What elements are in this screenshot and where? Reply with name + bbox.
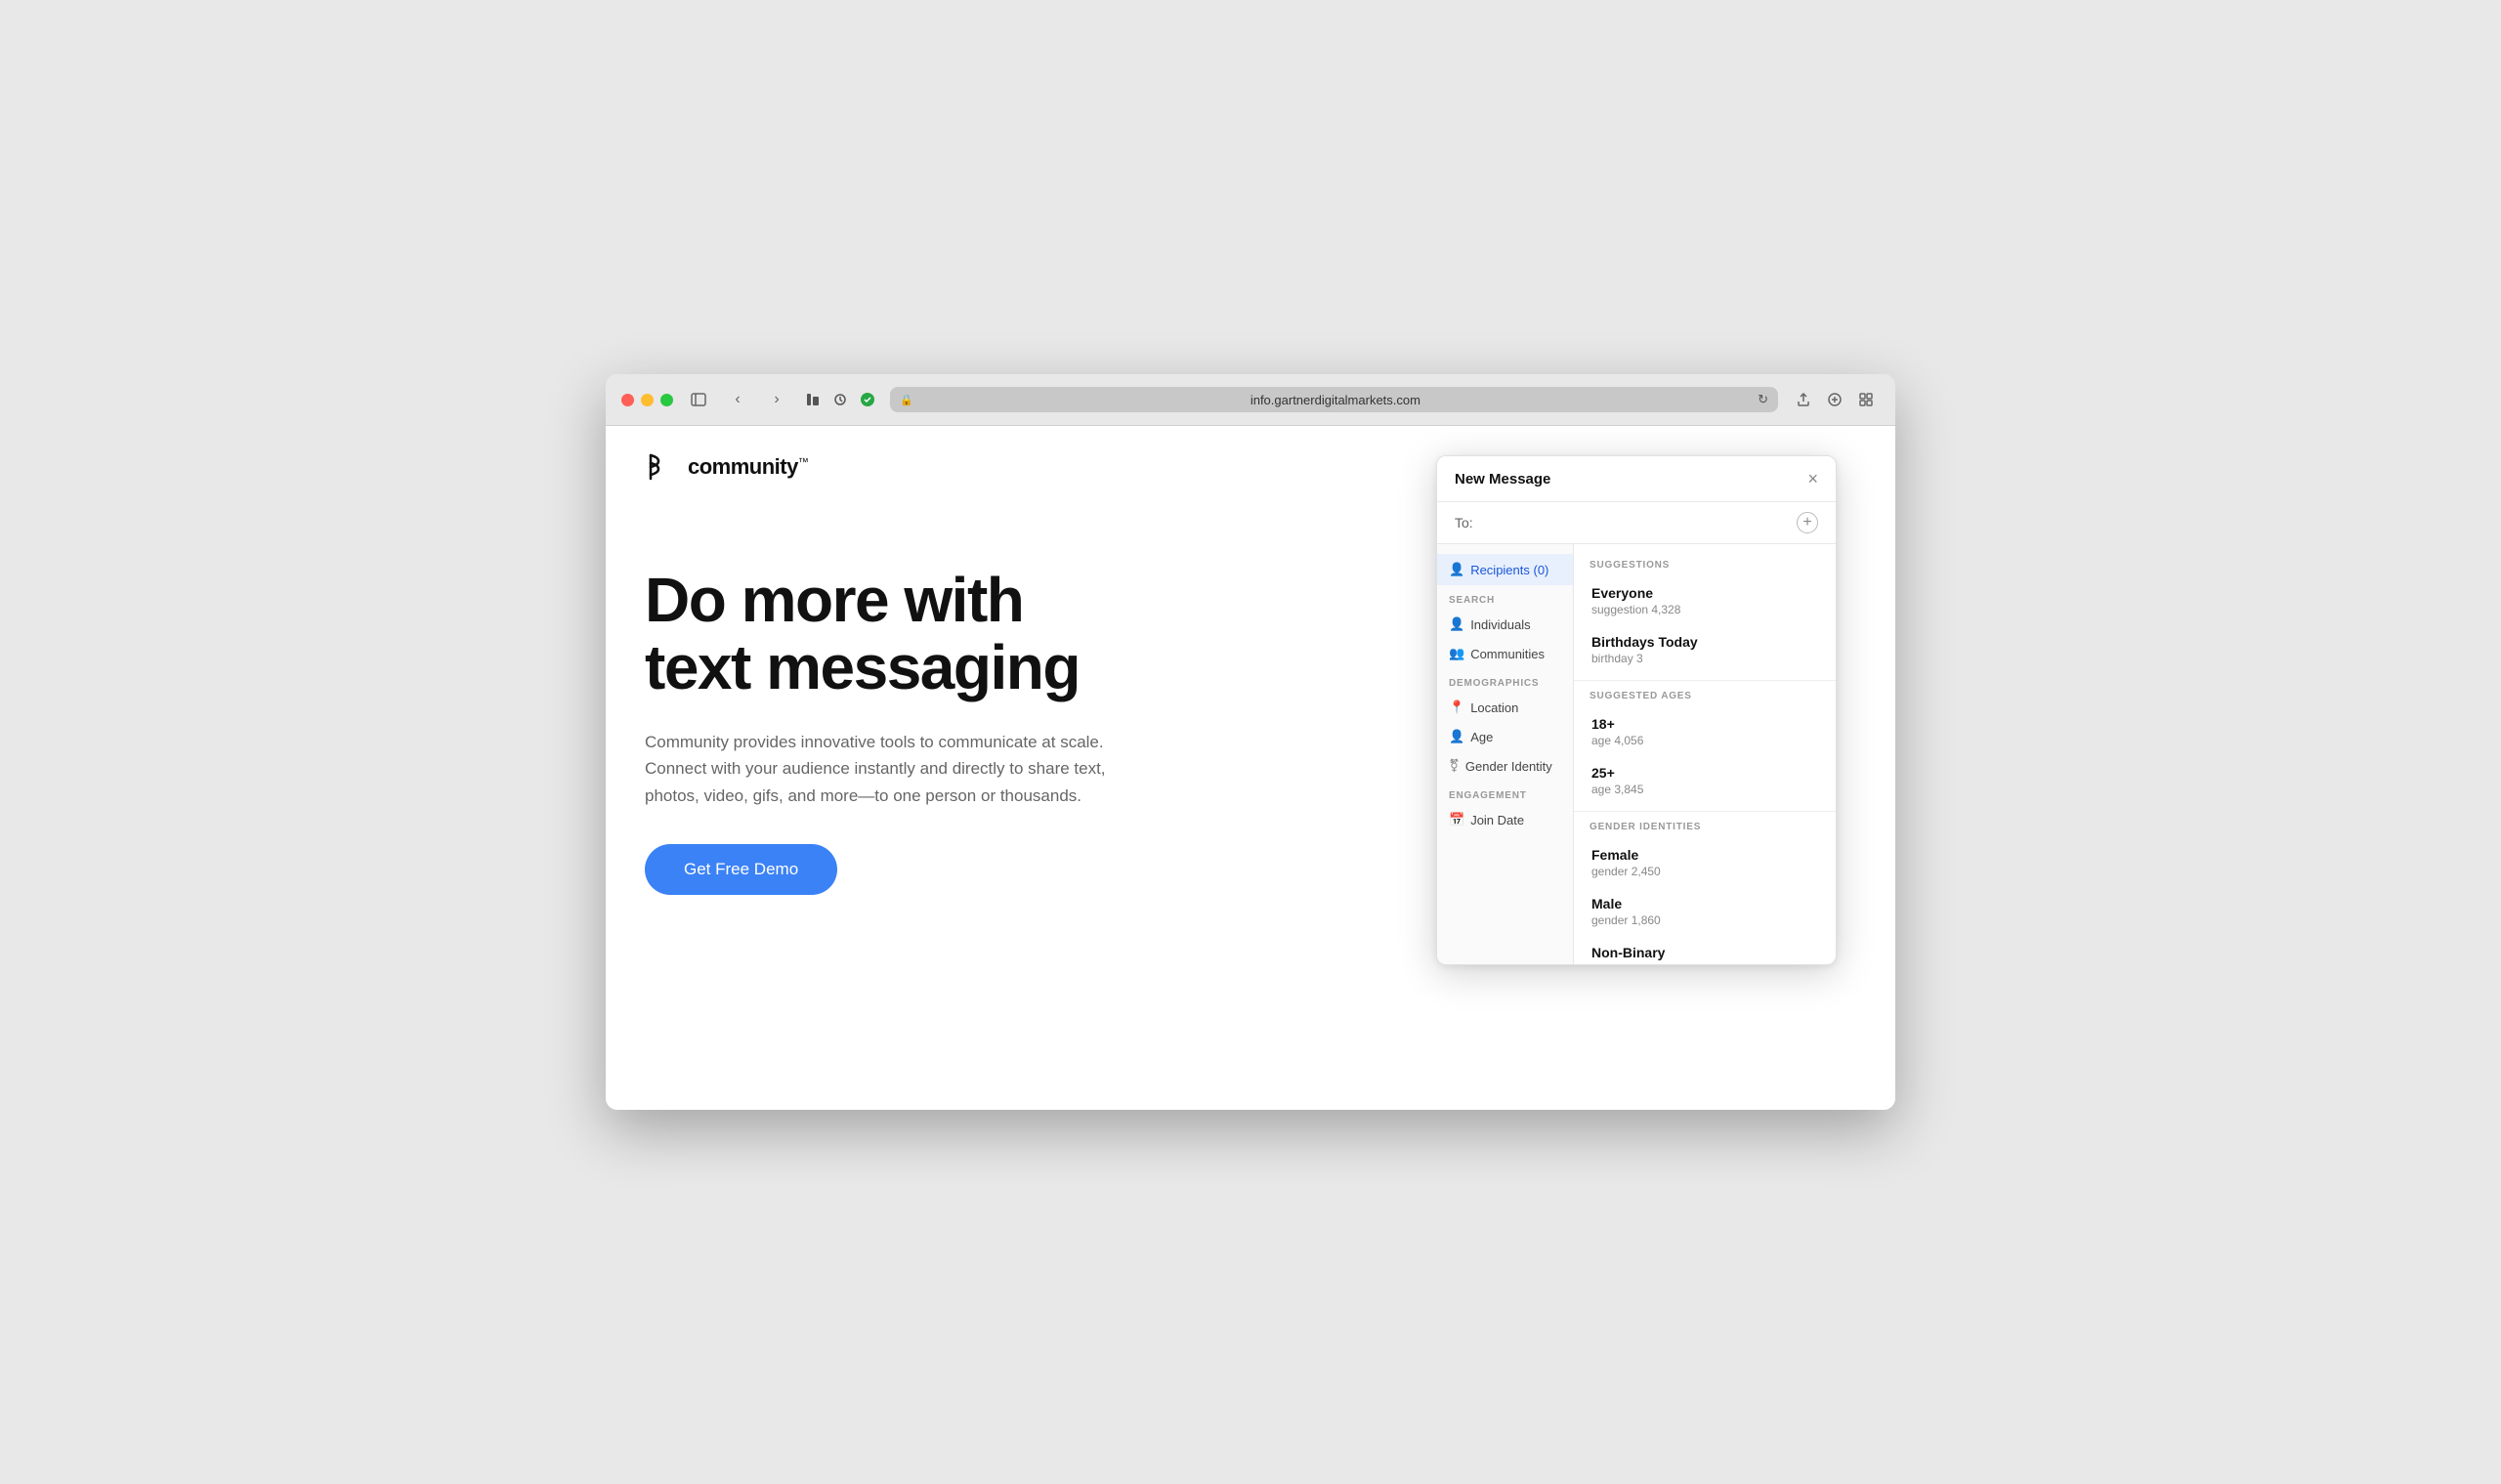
location-icon: 📍 <box>1449 700 1464 715</box>
gender-section-label: GENDER IDENTITIES <box>1574 818 1836 838</box>
browser-window: ‹ › 🔒 info.gartnerdigitalmarkets.com ↻ <box>606 374 1895 1110</box>
gender-identity-icon: ⚧ <box>1449 758 1460 774</box>
sidebar-item-individuals[interactable]: 👤 Individuals <box>1437 610 1573 639</box>
browser-titlebar: ‹ › 🔒 info.gartnerdigitalmarkets.com ↻ <box>606 374 1895 426</box>
browser-action-buttons <box>1790 386 1880 413</box>
male-name: Male <box>1591 896 1820 912</box>
browser-extensions <box>802 389 878 410</box>
panel-close-button[interactable]: × <box>1807 470 1818 488</box>
suggestion-age-18plus[interactable]: 18+ age 4,056 <box>1574 707 1836 756</box>
age-25plus-meta: age 3,845 <box>1591 783 1820 796</box>
communities-icon: 👥 <box>1449 646 1464 661</box>
suggestion-everyone-meta: suggestion 4,328 <box>1591 603 1820 616</box>
suggestion-female[interactable]: Female gender 2,450 <box>1574 838 1836 887</box>
extension-icon-2 <box>829 389 851 410</box>
lock-icon: 🔒 <box>900 394 913 406</box>
panel-body: 👤 Recipients (0) SEARCH 👤 Individuals 👥 … <box>1437 544 1836 964</box>
panel-main: SUGGESTIONS Everyone suggestion 4,328 Bi… <box>1574 544 1836 964</box>
engagement-section-label: ENGAGEMENT <box>1437 781 1573 805</box>
share-button[interactable] <box>1790 386 1817 413</box>
panel-to-row: To: + <box>1437 502 1836 544</box>
join-date-icon: 📅 <box>1449 812 1464 827</box>
page-content: community™ Do more with text messaging C… <box>606 426 1895 1110</box>
location-label: Location <box>1470 700 1518 715</box>
suggestion-male[interactable]: Male gender 1,860 <box>1574 887 1836 936</box>
recipients-icon: 👤 <box>1449 562 1464 577</box>
non-binary-meta: gender 18 <box>1591 962 1820 964</box>
panel-sidebar: 👤 Recipients (0) SEARCH 👤 Individuals 👥 … <box>1437 544 1574 964</box>
cta-button[interactable]: Get Free Demo <box>645 844 837 895</box>
hero-headline: Do more with text messaging <box>645 567 1250 701</box>
extension-icon-3 <box>857 389 878 410</box>
suggestion-birthdays-today[interactable]: Birthdays Today birthday 3 <box>1574 625 1836 674</box>
age-18plus-meta: age 4,056 <box>1591 734 1820 747</box>
age-icon: 👤 <box>1449 729 1464 744</box>
sidebar-item-gender-identity[interactable]: ⚧ Gender Identity <box>1437 751 1573 781</box>
sidebar-toggle-button[interactable] <box>685 386 712 413</box>
sidebar-item-age[interactable]: 👤 Age <box>1437 722 1573 751</box>
join-date-label: Join Date <box>1470 813 1524 827</box>
suggestion-everyone-name: Everyone <box>1591 585 1820 601</box>
to-input[interactable] <box>1482 515 1789 530</box>
reload-icon[interactable]: ↻ <box>1758 392 1768 407</box>
sidebar-item-communities[interactable]: 👥 Communities <box>1437 639 1573 668</box>
individuals-label: Individuals <box>1470 617 1530 632</box>
divider-2 <box>1574 811 1836 812</box>
address-bar[interactable]: 🔒 info.gartnerdigitalmarkets.com ↻ <box>890 387 1778 412</box>
recipients-label: Recipients (0) <box>1470 563 1548 577</box>
ages-section-label: SUGGESTED AGES <box>1574 687 1836 707</box>
logo-text: community™ <box>688 454 808 480</box>
gender-identity-label: Gender Identity <box>1465 759 1552 774</box>
new-tab-button[interactable] <box>1821 386 1848 413</box>
sidebar-item-location[interactable]: 📍 Location <box>1437 693 1573 722</box>
communities-label: Communities <box>1470 647 1545 661</box>
individuals-icon: 👤 <box>1449 616 1464 632</box>
suggestion-non-binary[interactable]: Non-Binary gender 18 <box>1574 936 1836 964</box>
search-section-label: SEARCH <box>1437 585 1573 610</box>
message-panel: New Message × To: + 👤 Recipients (0) <box>1436 455 1837 965</box>
suggestion-everyone[interactable]: Everyone suggestion 4,328 <box>1574 576 1836 625</box>
male-meta: gender 1,860 <box>1591 913 1820 927</box>
age-25plus-name: 25+ <box>1591 765 1820 781</box>
url-text: info.gartnerdigitalmarkets.com <box>921 393 1750 407</box>
female-meta: gender 2,450 <box>1591 865 1820 878</box>
sidebar-item-recipients[interactable]: 👤 Recipients (0) <box>1437 554 1573 585</box>
hero-section: Do more with text messaging Community pr… <box>606 508 1290 973</box>
tabs-button[interactable] <box>1852 386 1880 413</box>
demographics-section-label: DEMOGRAPHICS <box>1437 668 1573 693</box>
age-label: Age <box>1470 730 1493 744</box>
traffic-lights <box>621 394 673 406</box>
community-logo-flag <box>645 453 680 481</box>
sidebar-item-join-date[interactable]: 📅 Join Date <box>1437 805 1573 834</box>
panel-title: New Message <box>1455 471 1550 488</box>
age-18plus-name: 18+ <box>1591 716 1820 732</box>
forward-button[interactable]: › <box>763 386 790 413</box>
minimize-button[interactable] <box>641 394 654 406</box>
suggestion-birthdays-name: Birthdays Today <box>1591 634 1820 650</box>
suggestion-birthdays-meta: birthday 3 <box>1591 652 1820 665</box>
divider-1 <box>1574 680 1836 681</box>
suggestions-section-label: SUGGESTIONS <box>1574 556 1836 576</box>
non-binary-name: Non-Binary <box>1591 945 1820 960</box>
maximize-button[interactable] <box>660 394 673 406</box>
add-recipient-button[interactable]: + <box>1797 512 1818 533</box>
hero-subtext: Community provides innovative tools to c… <box>645 729 1133 809</box>
close-button[interactable] <box>621 394 634 406</box>
extension-icon-1 <box>802 389 824 410</box>
to-label: To: <box>1455 515 1474 530</box>
back-button[interactable]: ‹ <box>724 386 751 413</box>
female-name: Female <box>1591 847 1820 863</box>
suggestion-age-25plus[interactable]: 25+ age 3,845 <box>1574 756 1836 805</box>
panel-header: New Message × <box>1437 456 1836 502</box>
